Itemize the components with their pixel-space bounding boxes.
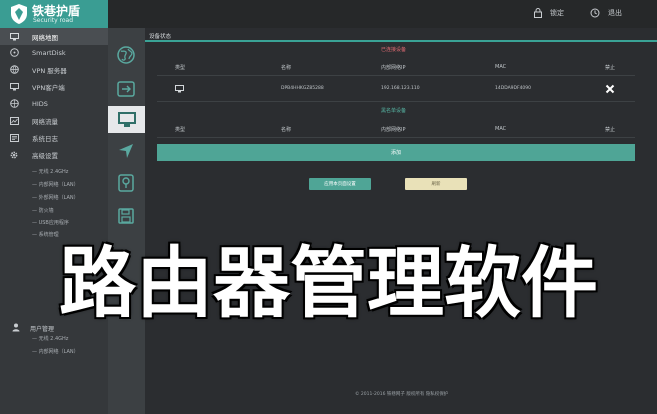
header-mac: MAC xyxy=(495,126,507,132)
lock-label: 锁定 xyxy=(550,9,564,17)
rail-devices-button[interactable] xyxy=(108,106,145,133)
device-ip: 192.168.123.110 xyxy=(381,86,420,91)
sidebar-item-network-map[interactable]: 网络地图 xyxy=(0,28,108,45)
header-mac: MAC xyxy=(495,64,507,70)
shield-icon xyxy=(11,4,27,24)
brand-subtitle: Security road xyxy=(33,17,74,24)
sidebar-item-hids[interactable]: HIDS xyxy=(0,95,108,112)
sidebar-item-label: VPN客户端 xyxy=(32,83,65,92)
panel-title: 设备状态 xyxy=(149,34,172,40)
submenu-firewall[interactable]: — 防火墙 xyxy=(32,207,54,214)
submenu-lan[interactable]: — 内部网络（LAN） xyxy=(32,181,79,188)
globe-icon xyxy=(117,46,135,64)
panel-divider xyxy=(145,40,657,42)
sidebar-item-label: 网络地图 xyxy=(32,33,58,42)
add-device-button[interactable]: 添加 xyxy=(157,144,635,161)
logout-button[interactable]: 退出 xyxy=(590,6,622,20)
router-icon xyxy=(117,81,135,97)
globe-icon xyxy=(9,99,19,109)
disk-icon xyxy=(9,48,19,58)
apply-settings-button[interactable]: 应用本页面设置 xyxy=(309,178,371,190)
footer-copyright: © 2011-2016 铁巷网子 版权所有 隐私权保护 xyxy=(355,392,449,397)
block-device-close-icon[interactable] xyxy=(605,84,615,94)
sidebar-item-label: 用户管理 xyxy=(30,325,55,333)
monitor-icon xyxy=(9,32,19,42)
rail-router-button[interactable] xyxy=(115,78,137,100)
rail-location-button[interactable] xyxy=(115,172,137,194)
refresh-button[interactable]: 刷新 xyxy=(405,178,467,190)
table-divider xyxy=(157,75,635,76)
brand-logo[interactable]: 铁巷护盾 Security road xyxy=(0,0,108,28)
header-ip: 内部网络IP xyxy=(381,127,406,133)
table-divider xyxy=(157,101,635,102)
lock-button[interactable]: 锁定 xyxy=(534,6,564,20)
sidebar-item-smartdisk[interactable]: SmartDisk xyxy=(0,44,108,61)
sidebar-item-vpn-server[interactable]: VPN 服务器 xyxy=(0,61,108,78)
power-icon xyxy=(590,8,600,18)
sidebar-item-label: HIDS xyxy=(32,99,48,108)
user-icon xyxy=(12,323,20,334)
header-type: 类型 xyxy=(175,65,186,71)
device-mac: 14DDA9DF4090 xyxy=(495,86,532,91)
submenu-wan[interactable]: — 外部网络（LAN） xyxy=(32,194,79,201)
navigation-arrow-icon xyxy=(119,144,133,158)
submenu-user-wireless[interactable]: — 无线 2.4GHz xyxy=(32,335,68,342)
gear-icon xyxy=(9,150,19,160)
sidebar-item-traffic[interactable]: 网络流量 xyxy=(0,112,108,129)
sidebar-item-label: 高级设置 xyxy=(32,151,58,160)
monitor-icon xyxy=(117,111,136,127)
logout-label: 退出 xyxy=(608,9,622,17)
sidebar-item-system-log[interactable]: 系统日志 xyxy=(0,129,108,146)
header-type: 类型 xyxy=(175,127,186,133)
header-block: 禁止 xyxy=(605,127,616,133)
submenu-user-lan[interactable]: — 内部网络（LAN） xyxy=(32,348,79,355)
sidebar-item-vpn-client[interactable]: VPN客户端 xyxy=(0,78,108,95)
overlay-caption: 路由器管理软件 xyxy=(59,239,598,329)
chart-icon xyxy=(9,116,19,126)
submenu-wireless[interactable]: — 无线 2.4GHz xyxy=(32,168,68,175)
header-name: 名称 xyxy=(281,65,292,71)
computer-icon xyxy=(175,85,184,93)
sidebar-item-label: 网络流量 xyxy=(32,117,58,126)
header-block: 禁止 xyxy=(605,65,616,71)
blocked-devices-title: 黑名单设备 xyxy=(381,108,407,114)
header-name: 名称 xyxy=(281,127,292,133)
list-icon xyxy=(9,133,19,143)
lock-icon xyxy=(534,8,542,18)
sidebar-item-label: VPN 服务器 xyxy=(32,66,67,75)
top-bar: 铁巷护盾 Security road 锁定 退出 xyxy=(0,0,657,28)
online-devices-title: 已连接设备 xyxy=(381,47,407,53)
header-ip: 内部网络IP xyxy=(381,65,406,71)
sidebar-item-advanced[interactable]: 高级设置 xyxy=(0,146,108,163)
map-pin-icon xyxy=(118,174,134,192)
sidebar-item-label: 系统日志 xyxy=(32,134,58,143)
globe-icon xyxy=(9,65,19,75)
device-name: DPB4HHKGZ85288 xyxy=(281,86,324,91)
monitor-icon xyxy=(9,82,19,92)
rail-globe-button[interactable] xyxy=(115,44,137,66)
sidebar-item-label: SmartDisk xyxy=(32,48,66,57)
table-divider xyxy=(157,137,635,138)
rail-navigate-button[interactable] xyxy=(115,140,137,162)
